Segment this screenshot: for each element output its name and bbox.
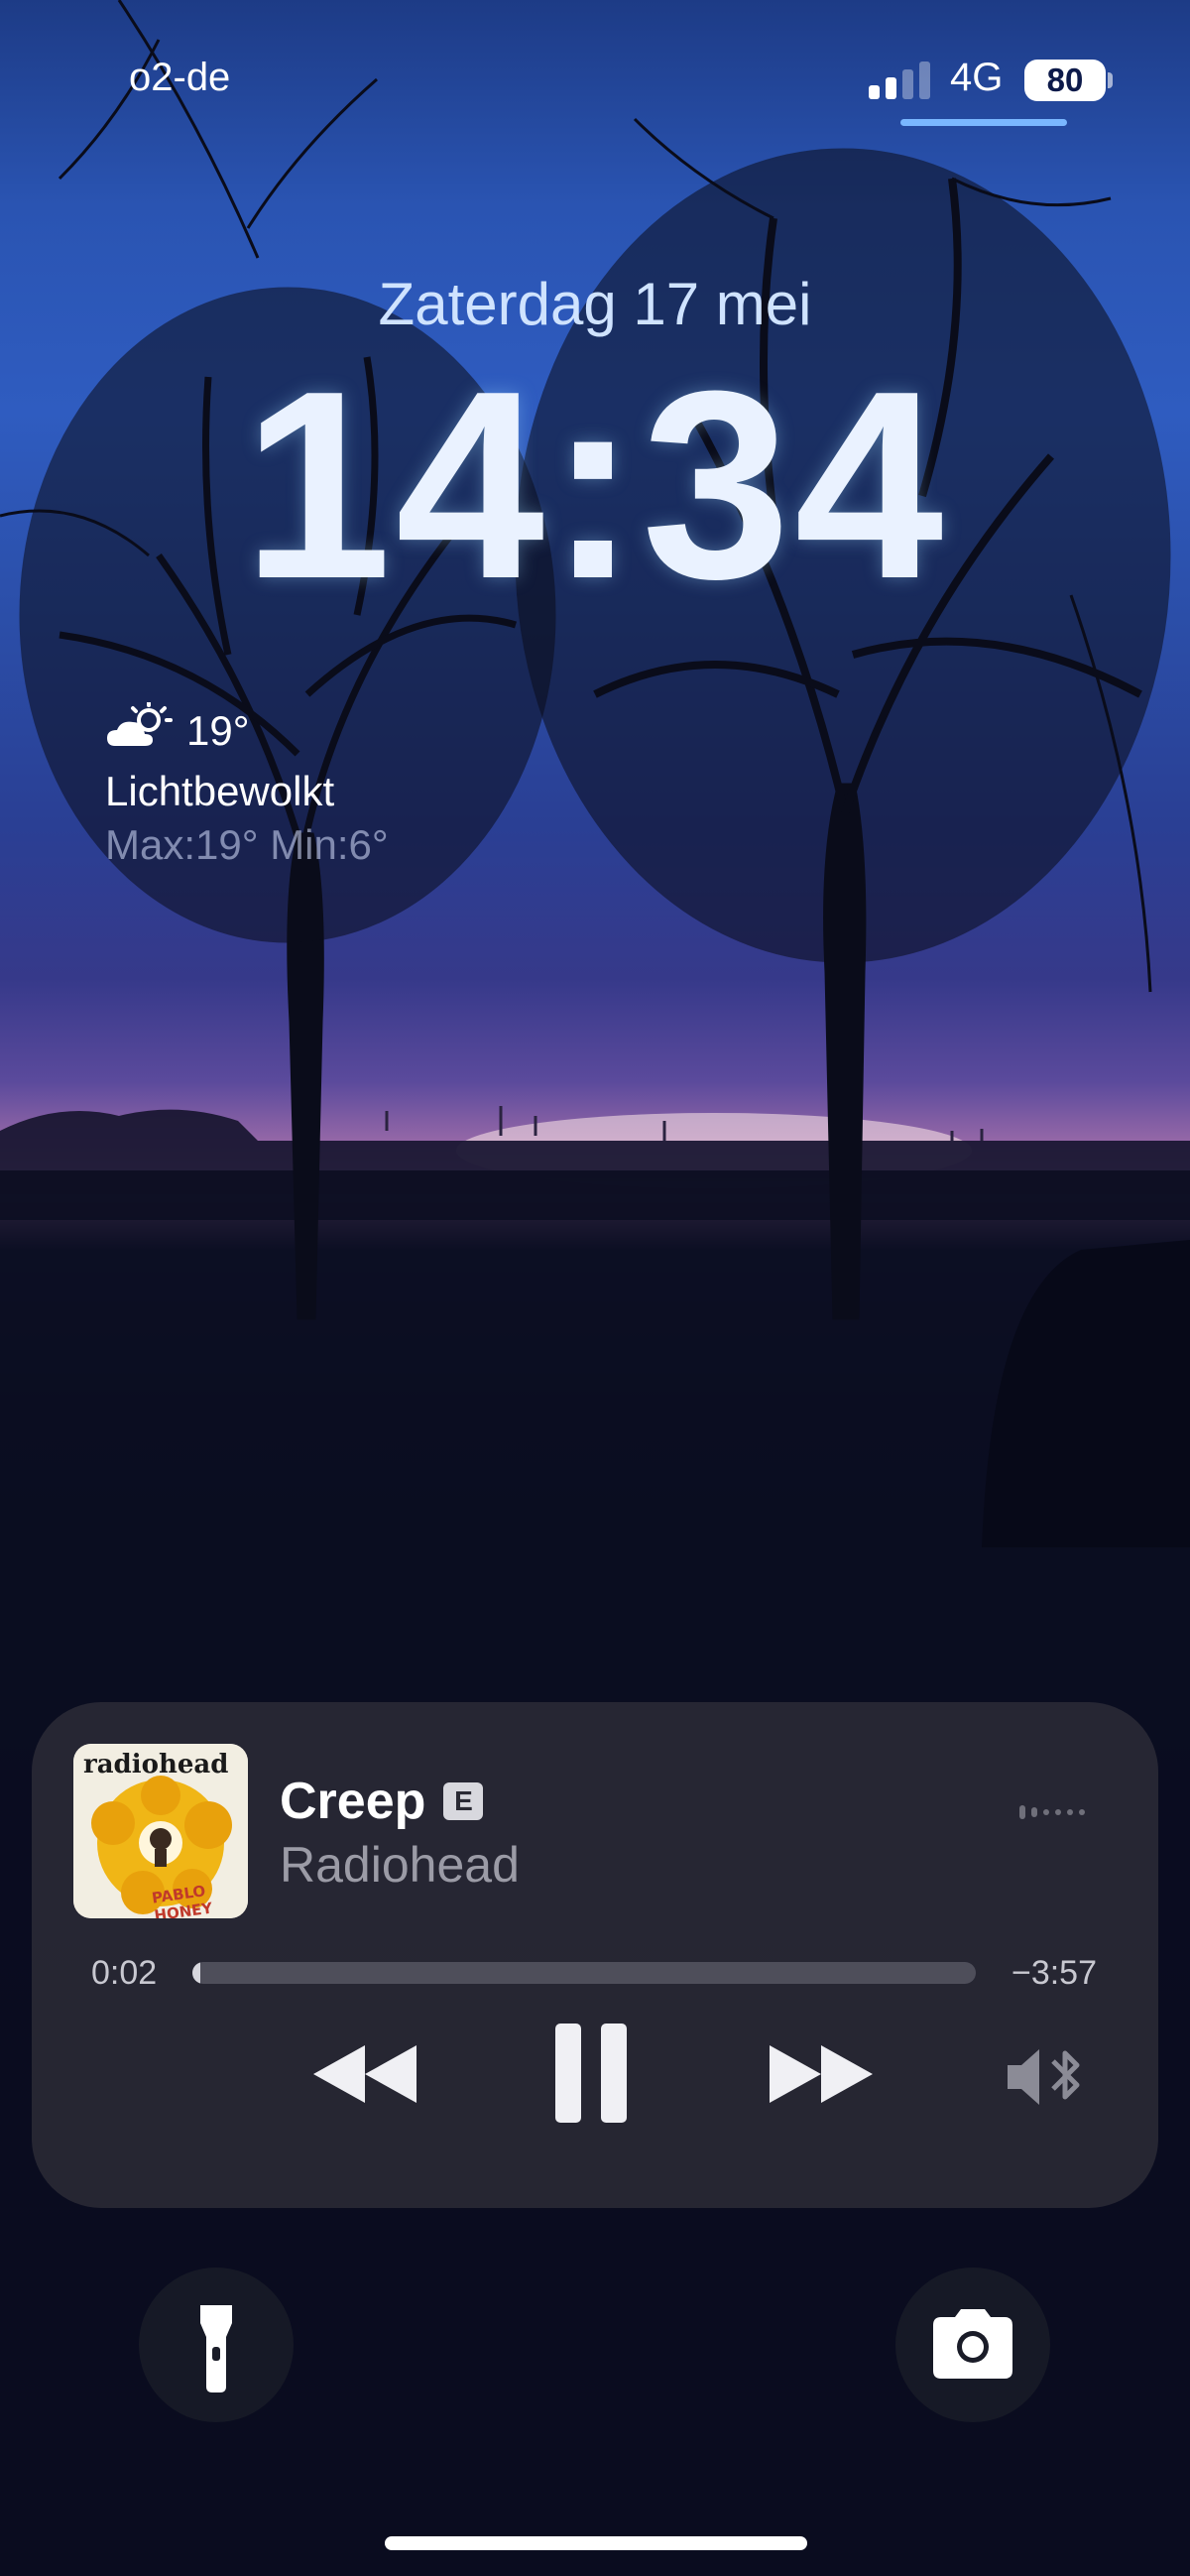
camera-button[interactable]: [895, 2268, 1050, 2422]
flashlight-icon: [200, 2305, 232, 2392]
progress-fill: [192, 1962, 200, 1984]
battery-icon: 80: [1024, 60, 1106, 101]
album-art[interactable]: radiohead PABLO HONEY: [73, 1744, 248, 1918]
audio-waveform-icon: [1019, 1805, 1085, 1819]
partly-cloudy-icon: [105, 700, 175, 760]
remaining-time: −3:57: [1011, 1954, 1097, 1992]
forward-icon: [770, 2045, 873, 2103]
previous-track-button[interactable]: [309, 2039, 420, 2113]
status-bar: o2-de 4G 80: [0, 0, 1190, 159]
status-underline: [900, 119, 1067, 126]
camera-icon: [933, 2309, 1012, 2379]
explicit-badge: E: [443, 1782, 484, 1820]
track-title: Creep: [280, 1773, 426, 1830]
track-artist: Radiohead: [280, 1837, 520, 1893]
speaker-bluetooth-icon: [1008, 2049, 1080, 2105]
next-track-button[interactable]: [766, 2039, 877, 2113]
weather-condition: Lichtbewolkt: [105, 768, 335, 814]
audio-output-button[interactable]: [1004, 2045, 1099, 2113]
backward-icon: [313, 2045, 416, 2103]
lock-date: Zaterdag 17 mei: [378, 271, 812, 337]
now-playing-widget[interactable]: radiohead PABLO HONEY Creep E Radiohead …: [32, 1702, 1158, 2208]
flashlight-button[interactable]: [139, 2268, 294, 2422]
album-band-text: radiohead: [83, 1750, 229, 1779]
battery-tip: [1108, 72, 1113, 88]
pause-button[interactable]: [551, 2024, 631, 2129]
weather-max-min: Max:19° Min:6°: [105, 821, 389, 868]
pause-icon: [555, 2024, 627, 2123]
progress-slider[interactable]: [192, 1962, 976, 1984]
cellular-signal-icon: [869, 61, 932, 99]
carrier-name: o2-de: [129, 56, 231, 99]
home-indicator[interactable]: [385, 2536, 807, 2550]
network-type: 4G: [950, 56, 1004, 99]
weather-widget[interactable]: 19° Lichtbewolkt Max:19° Min:6°: [105, 700, 389, 869]
lock-clock: 14:34: [242, 336, 948, 635]
weather-temperature: 19°: [186, 707, 250, 754]
elapsed-time: 0:02: [91, 1954, 158, 1992]
